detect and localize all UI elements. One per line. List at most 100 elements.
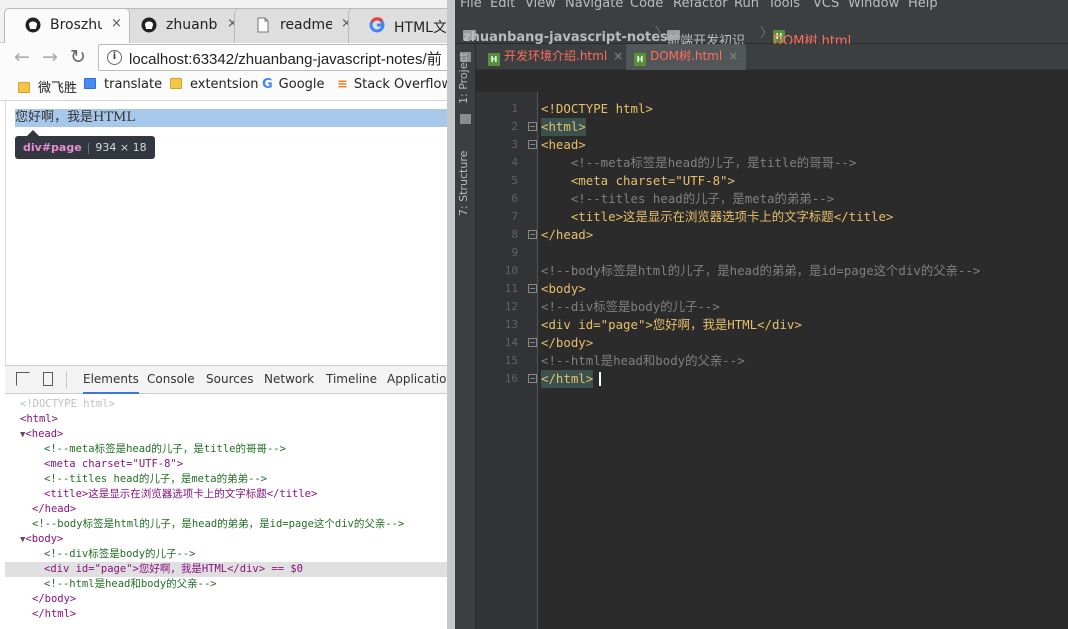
menu-navigate[interactable]: Navigate (565, 0, 623, 10)
menu-code[interactable]: Code (630, 0, 663, 10)
bookmark-item[interactable]: 微飞胜 (18, 77, 77, 96)
menu-tools[interactable]: Tools (768, 0, 800, 10)
fold-marker-icon[interactable]: − (528, 338, 537, 347)
html-file-icon: H (634, 53, 646, 66)
close-icon[interactable]: × (111, 16, 122, 31)
dom-node-meta[interactable]: <meta charset="UTF-8"> (5, 457, 447, 472)
line-number: 15 (504, 354, 518, 367)
dom-node-comment[interactable]: <!--div标签是body的儿子--> (5, 547, 447, 562)
line-number: 12 (504, 300, 518, 313)
tab-network[interactable]: Network (264, 372, 314, 386)
dom-node-comment[interactable]: <!--titles head的儿子，是meta的弟弟--> (5, 472, 447, 487)
node-text: <meta charset="UTF-8"> (44, 458, 184, 470)
dom-node-head[interactable]: ▼<head> (5, 427, 447, 442)
browser-tab-label: Broszhu (50, 17, 102, 33)
browser-tab[interactable]: HTML文 (348, 8, 447, 43)
info-icon[interactable]: i (107, 50, 122, 65)
inspect-tooltip: div#page | 934 × 18 (15, 130, 155, 159)
inspect-element-icon[interactable] (16, 372, 30, 386)
dom-node-body-close[interactable]: </body> (5, 592, 447, 607)
bookmarks-bar: 微飞胜 translate extentsion G Google ≡ Stack … (0, 71, 447, 101)
dom-node-html[interactable]: <html> (5, 412, 447, 427)
node-text: <body> (25, 533, 64, 545)
line-number: 4 (511, 156, 518, 169)
reload-icon[interactable]: ↻ (70, 47, 86, 67)
node-text: </html> (32, 608, 77, 620)
browser-tab[interactable]: readme × (234, 8, 360, 43)
code-editor[interactable]: <!DOCTYPE html> <html> <head> <!--meta标签… (539, 92, 1068, 629)
bookmark-item[interactable]: translate (84, 77, 162, 92)
tab-console[interactable]: Console (147, 372, 195, 386)
browser-tab[interactable]: Broszhu × (4, 8, 130, 43)
back-arrow-icon[interactable]: ← (14, 47, 30, 67)
dom-node-head-close[interactable]: </head> (5, 502, 447, 517)
line-number: 5 (511, 174, 518, 187)
fold-marker-icon[interactable]: − (528, 122, 537, 131)
close-icon[interactable]: × (613, 49, 623, 63)
toolbar-divider (66, 371, 67, 389)
bookmark-item[interactable]: G Google (262, 77, 325, 92)
bookmark-label: Google (278, 77, 325, 92)
node-text: <title>这是显示在浏览器选项卡上的文字标题</title> (44, 488, 318, 500)
dom-node-div-selected[interactable]: <div id="page">您好啊，我是HTML</div> == $0 (5, 562, 447, 577)
tab-timeline[interactable]: Timeline (326, 372, 377, 386)
fold-marker-icon[interactable]: − (528, 374, 537, 383)
device-toolbar-icon[interactable] (43, 372, 53, 386)
devtools-panel: Elements Console Sources Network Timelin… (5, 365, 447, 629)
editor-tab[interactable]: H 开发环境介绍.html × (480, 44, 631, 70)
dom-node-comment[interactable]: <!--html是head和body的父亲--> (5, 577, 447, 592)
fold-marker-icon[interactable]: − (528, 140, 537, 149)
line-number: 8 (511, 228, 518, 241)
dom-node-html-close[interactable]: </html> (5, 607, 447, 622)
tooltip-arrow (27, 130, 39, 136)
node-text: <head> (25, 428, 64, 440)
menu-help[interactable]: Help (908, 0, 938, 10)
dom-node-body[interactable]: ▼<body> (5, 532, 447, 547)
forward-arrow-icon[interactable]: → (42, 47, 58, 67)
node-text: <!--body标签是html的儿子，是head的弟弟，是id=page这个di… (32, 518, 405, 530)
node-text: <html> (20, 413, 58, 425)
folder-icon (18, 82, 30, 93)
code-line: <body> (541, 281, 586, 296)
page-div-text[interactable]: 您好啊，我是HTML (15, 109, 135, 127)
line-number: 10 (504, 264, 518, 277)
tool-tab-structure[interactable]: 7: Structure (457, 151, 470, 216)
line-number: 16 (504, 372, 518, 385)
line-number: 11 (504, 282, 518, 295)
translate-icon (84, 78, 96, 89)
dom-node-comment[interactable]: <!--body标签是html的儿子，是head的弟弟，是id=page这个di… (5, 517, 447, 532)
menu-window[interactable]: Window (848, 0, 899, 10)
dom-node-doctype[interactable]: <!DOCTYPE html> (5, 397, 447, 412)
line-number: 1 (511, 102, 518, 115)
menu-file[interactable]: File (460, 0, 482, 10)
editor-tab-active[interactable]: H DOM树.html × (626, 44, 747, 70)
line-number: 7 (511, 210, 518, 223)
tool-tab-project[interactable]: 1: Project (457, 52, 470, 104)
code-line: <!--div标签是body的儿子--> (541, 299, 720, 314)
menu-refactor[interactable]: Refactor (673, 0, 728, 10)
fold-marker-icon[interactable]: − (528, 284, 537, 293)
ide-window: File Edit View Navigate Code Refactor Ru… (455, 0, 1068, 629)
dom-node-comment[interactable]: <!--meta标签是head的儿子，是title的哥哥--> (5, 442, 447, 457)
line-number: 6 (511, 192, 518, 205)
fold-marker-icon[interactable]: − (528, 230, 537, 239)
bookmark-item[interactable]: ≡ Stack Overflow (337, 77, 447, 92)
tab-elements[interactable]: Elements (83, 372, 139, 394)
tool-window-stripe: 1: Project 7: Structure (455, 44, 476, 629)
close-icon[interactable]: × (728, 49, 738, 63)
github-icon (141, 17, 157, 33)
code-line: <!DOCTYPE html> (541, 101, 653, 116)
tab-application[interactable]: Application (387, 372, 447, 386)
dom-node-title[interactable]: <title>这是显示在浏览器选项卡上的文字标题</title> (5, 487, 447, 502)
address-bar-row: ← → ↻ i localhost:63342/zhuanbang-javasc… (0, 43, 447, 71)
menu-vcs[interactable]: VCS (813, 0, 839, 10)
menu-view[interactable]: View (525, 0, 556, 10)
menu-edit[interactable]: Edit (490, 0, 515, 10)
bookmark-item[interactable]: extentsion (170, 77, 258, 92)
browser-tab-label: zhuanbang (166, 17, 218, 33)
url-input[interactable]: i localhost:63342/zhuanbang-javascript-n… (98, 44, 447, 71)
menu-run[interactable]: Run (734, 0, 759, 10)
browser-tab[interactable]: zhuanbang × (120, 8, 246, 43)
browser-tab-label: readme (280, 17, 332, 33)
tab-sources[interactable]: Sources (206, 372, 253, 386)
